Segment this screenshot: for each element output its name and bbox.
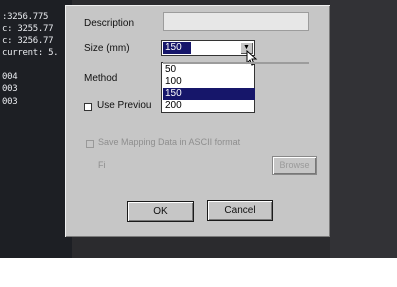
cancel-button[interactable]: Cancel xyxy=(207,200,273,221)
size-selected-value: 150 xyxy=(163,42,191,54)
save-mapping-label: Save Mapping Data in ASCII format xyxy=(98,137,241,147)
console-line: c: 3255.77 xyxy=(2,24,54,34)
description-input[interactable] xyxy=(163,12,309,31)
console-line: :3256.775 xyxy=(2,12,49,22)
browse-button[interactable]: Browse xyxy=(272,156,317,175)
file-label: Fi xyxy=(98,160,106,170)
console-line: 004 xyxy=(2,72,18,82)
use-previous-checkbox[interactable] xyxy=(84,103,92,111)
size-option-200[interactable]: 200 xyxy=(163,100,255,112)
console-line: current: 5. xyxy=(2,48,59,58)
method-field[interactable] xyxy=(163,62,309,64)
console-line: c: 3256.77 xyxy=(2,36,54,46)
background-area xyxy=(330,0,397,258)
description-label: Description xyxy=(84,18,135,29)
use-previous-label: Use Previou xyxy=(97,100,152,111)
save-mapping-checkbox[interactable] xyxy=(86,140,94,148)
size-option-50[interactable]: 50 xyxy=(163,64,255,76)
console-line: 003 xyxy=(2,84,18,94)
size-option-150[interactable]: 150 xyxy=(163,88,255,100)
console-line: 003 xyxy=(2,97,18,107)
console-panel: :3256.775 c: 3255.77 c: 3256.77 current:… xyxy=(0,0,72,258)
size-select[interactable]: 150 ▼ xyxy=(161,40,255,56)
method-label: Method xyxy=(84,73,118,84)
size-label: Size (mm) xyxy=(84,43,130,54)
ok-button[interactable]: OK xyxy=(127,201,194,222)
size-option-100[interactable]: 100 xyxy=(163,76,255,88)
size-dropdown-list: 50 100 150 200 xyxy=(161,62,255,113)
